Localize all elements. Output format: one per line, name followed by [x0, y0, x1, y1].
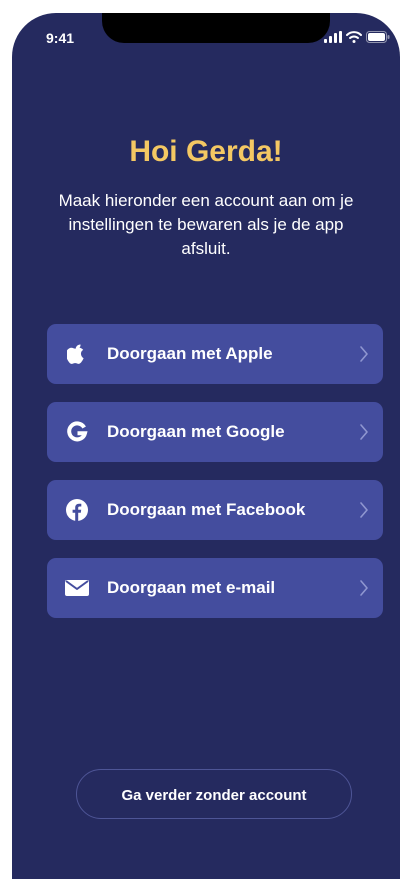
chevron-right-icon — [360, 346, 368, 362]
battery-icon — [366, 31, 390, 43]
auth-options-list: Doorgaan met Apple Doorgaan met Google D… — [47, 324, 383, 636]
device-notch — [102, 13, 330, 43]
email-button-label: Doorgaan met e-mail — [107, 578, 276, 597]
chevron-right-icon — [360, 502, 368, 518]
chevron-right-icon — [360, 580, 368, 596]
cellular-signal-icon — [324, 31, 342, 43]
greeting-subtitle: Maak hieronder een account aan om je ins… — [58, 191, 354, 258]
apple-button-label: Doorgaan met Apple — [107, 344, 273, 363]
mail-icon — [65, 576, 89, 600]
facebook-icon — [65, 498, 89, 522]
continue-with-facebook-button[interactable]: Doorgaan met Facebook — [47, 480, 383, 540]
chevron-right-icon — [360, 424, 368, 440]
status-time: 9:41 — [46, 30, 75, 46]
google-button-label: Doorgaan met Google — [107, 422, 285, 441]
facebook-button-label: Doorgaan met Facebook — [107, 500, 306, 519]
continue-with-email-button[interactable]: Doorgaan met e-mail — [47, 558, 383, 618]
phone-screen: 9:41 Hoi Gerda! Maak hieronder een accou… — [12, 13, 400, 879]
google-icon — [65, 420, 89, 444]
continue-with-apple-button[interactable]: Doorgaan met Apple — [47, 324, 383, 384]
greeting-title: Hoi Gerda! — [129, 135, 283, 168]
continue-with-google-button[interactable]: Doorgaan met Google — [47, 402, 383, 462]
status-icons — [324, 30, 390, 44]
wifi-icon — [346, 31, 362, 43]
continue-without-account-button[interactable]: Ga verder zonder account — [76, 769, 352, 819]
apple-icon — [65, 342, 89, 366]
